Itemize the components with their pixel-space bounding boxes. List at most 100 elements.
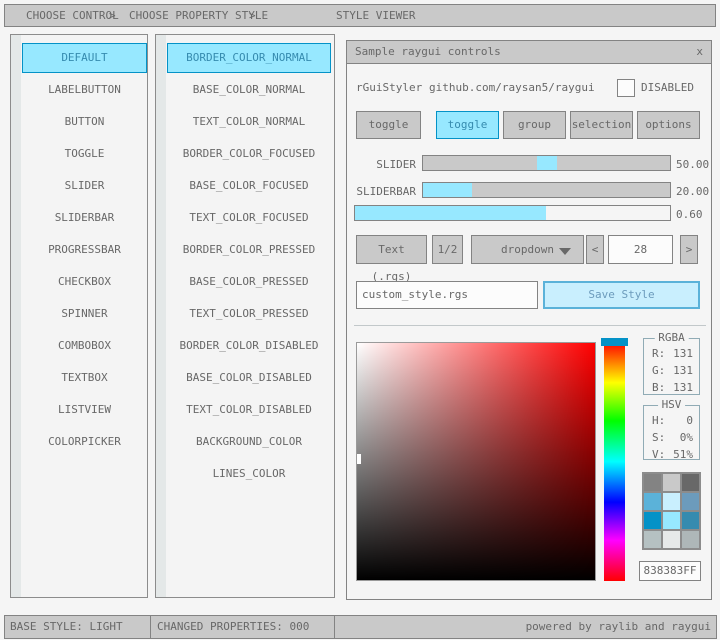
list-item-text-color-normal[interactable]: TEXT_COLOR_NORMAL	[167, 107, 331, 137]
half-button[interactable]: 1/2	[432, 235, 463, 264]
swatch-border-pressed[interactable]	[644, 512, 661, 529]
hex-color-textbox[interactable]: 838383FF	[639, 561, 701, 581]
spinner-increment-button[interactable]: >	[680, 235, 698, 264]
rgba-b-value: 131	[673, 379, 693, 396]
list-item-progressbar[interactable]: PROGRESSBAR	[22, 235, 147, 265]
disabled-checkbox-label: DISABLED	[641, 81, 694, 94]
swatch-border-normal[interactable]	[644, 474, 661, 491]
rgba-g-label: G:	[652, 364, 665, 377]
swatch-base-pressed[interactable]	[663, 512, 680, 529]
hsv-h-label: H:	[652, 414, 665, 427]
color-picker-cursor[interactable]	[357, 454, 361, 464]
list-item-checkbox[interactable]: CHECKBOX	[22, 267, 147, 297]
list-item-border-color-pressed[interactable]: BORDER_COLOR_PRESSED	[167, 235, 331, 265]
slider-label: SLIDER	[347, 158, 416, 171]
hsv-v-label: V:	[652, 448, 665, 461]
swatch-text-normal[interactable]	[682, 474, 699, 491]
status-changed-properties: CHANGED PROPERTIES: 000	[150, 615, 341, 639]
list-item-combobox[interactable]: COMBOBOX	[22, 331, 147, 361]
rgba-b-label: B:	[652, 381, 665, 394]
list-item-base-color-focused[interactable]: BASE_COLOR_FOCUSED	[167, 171, 331, 201]
list-item-text-color-disabled[interactable]: TEXT_COLOR_DISABLED	[167, 395, 331, 425]
properties-list-panel: BORDER_COLOR_NORMAL BASE_COLOR_NORMAL TE…	[155, 34, 335, 598]
toggle-group-item-toggle[interactable]: toggle	[436, 111, 499, 139]
list-item-text-color-pressed[interactable]: TEXT_COLOR_PRESSED	[167, 299, 331, 329]
hue-handle[interactable]	[601, 338, 628, 346]
list-item-text-color-focused[interactable]: TEXT_COLOR_FOCUSED	[167, 203, 331, 233]
toggle-group-item-options[interactable]: options	[637, 111, 700, 139]
controls-list-panel: DEFAULT LABELBUTTON BUTTON TOGGLE SLIDER…	[10, 34, 148, 598]
swatch-base-normal[interactable]	[663, 474, 680, 491]
toggle-group-item-selection[interactable]: selection	[570, 111, 633, 139]
hsv-s-value: 0%	[680, 429, 693, 446]
list-item-base-color-disabled[interactable]: BASE_COLOR_DISABLED	[167, 363, 331, 393]
rgba-groupbox: RGBA R:131 G:131 B:131	[643, 338, 700, 395]
sliderbar-label: SLIDERBAR	[347, 185, 416, 198]
swatch-text-disabled[interactable]	[682, 531, 699, 548]
progressbar-value: 0.60	[676, 208, 703, 221]
list-item-labelbutton[interactable]: LABELBUTTON	[22, 75, 147, 105]
chevron-right-icon: >	[249, 5, 256, 26]
status-powered-by: powered by raylib and raygui	[334, 615, 717, 639]
top-breadcrumb-bar: CHOOSE CONTROL > CHOOSE PROPERTY STYLE >…	[4, 4, 716, 27]
rgba-r-value: 131	[673, 345, 693, 362]
list-item-background-color[interactable]: BACKGROUND_COLOR	[167, 427, 331, 457]
rgba-r-label: R:	[652, 347, 665, 360]
rgba-groupbox-title: RGBA	[654, 332, 689, 344]
slider-knob[interactable]	[537, 156, 557, 170]
chevron-right-icon: >	[109, 5, 116, 26]
app-name-label: rGuiStyler	[356, 81, 422, 94]
hue-bar[interactable]	[604, 342, 625, 581]
controls-list-scrollbar[interactable]	[11, 35, 21, 597]
toggle-button[interactable]: toggle	[356, 111, 421, 139]
window-title: Sample raygui controls	[355, 41, 501, 63]
slider[interactable]	[422, 155, 671, 171]
list-item-textbox[interactable]: TEXTBOX	[22, 363, 147, 393]
progressbar	[354, 205, 671, 221]
slider-value: 50.00	[676, 158, 709, 171]
breadcrumb-choose-control: CHOOSE CONTROL	[26, 5, 119, 26]
save-style-button[interactable]: Save Style	[543, 281, 700, 309]
list-item-border-color-disabled[interactable]: BORDER_COLOR_DISABLED	[167, 331, 331, 361]
sliderbar[interactable]	[422, 182, 671, 198]
dropdown-select[interactable]: dropdown	[471, 235, 584, 264]
breadcrumb-choose-property-style: CHOOSE PROPERTY STYLE	[129, 5, 268, 26]
list-item-border-color-normal[interactable]: BORDER_COLOR_NORMAL	[167, 43, 331, 73]
swatch-text-pressed[interactable]	[682, 512, 699, 529]
swatch-text-focused[interactable]	[682, 493, 699, 510]
list-item-border-color-focused[interactable]: BORDER_COLOR_FOCUSED	[167, 139, 331, 169]
text-rgs-button[interactable]: Text (.rgs)	[356, 235, 427, 264]
list-item-button[interactable]: BUTTON	[22, 107, 147, 137]
breadcrumb-style-viewer: STYLE VIEWER	[336, 5, 415, 26]
window-titlebar[interactable]: Sample raygui controls x	[347, 41, 711, 64]
list-item-toggle[interactable]: TOGGLE	[22, 139, 147, 169]
close-icon[interactable]: x	[696, 41, 703, 63]
list-item-base-color-normal[interactable]: BASE_COLOR_NORMAL	[167, 75, 331, 105]
list-item-default[interactable]: DEFAULT	[22, 43, 147, 73]
list-item-spinner[interactable]: SPINNER	[22, 299, 147, 329]
spinner-value-box[interactable]: 28	[608, 235, 673, 264]
hsv-v-value: 51%	[673, 446, 693, 463]
toggle-group-item-group[interactable]: group	[503, 111, 566, 139]
list-item-slider[interactable]: SLIDER	[22, 171, 147, 201]
color-picker-area[interactable]	[356, 342, 596, 581]
spinner-decrement-button[interactable]: <	[586, 235, 604, 264]
hsv-groupbox-title: HSV	[658, 399, 686, 411]
swatch-border-disabled[interactable]	[644, 531, 661, 548]
swatch-base-disabled[interactable]	[663, 531, 680, 548]
status-base-style: BASE STYLE: LIGHT	[4, 615, 156, 639]
filename-textbox[interactable]: custom_style.rgs	[356, 281, 538, 309]
list-item-sliderbar[interactable]: SLIDERBAR	[22, 203, 147, 233]
properties-list-scrollbar[interactable]	[156, 35, 166, 597]
disabled-checkbox[interactable]	[617, 79, 635, 97]
swatch-base-focused[interactable]	[663, 493, 680, 510]
progressbar-fill	[355, 206, 546, 220]
style-color-swatch-grid	[642, 472, 701, 550]
swatch-border-focused[interactable]	[644, 493, 661, 510]
rgba-g-value: 131	[673, 362, 693, 379]
style-viewer-window: Sample raygui controls x rGuiStyler gith…	[346, 40, 712, 600]
list-item-listview[interactable]: LISTVIEW	[22, 395, 147, 425]
list-item-base-color-pressed[interactable]: BASE_COLOR_PRESSED	[167, 267, 331, 297]
list-item-lines-color[interactable]: LINES_COLOR	[167, 459, 331, 489]
list-item-colorpicker[interactable]: COLORPICKER	[22, 427, 147, 457]
